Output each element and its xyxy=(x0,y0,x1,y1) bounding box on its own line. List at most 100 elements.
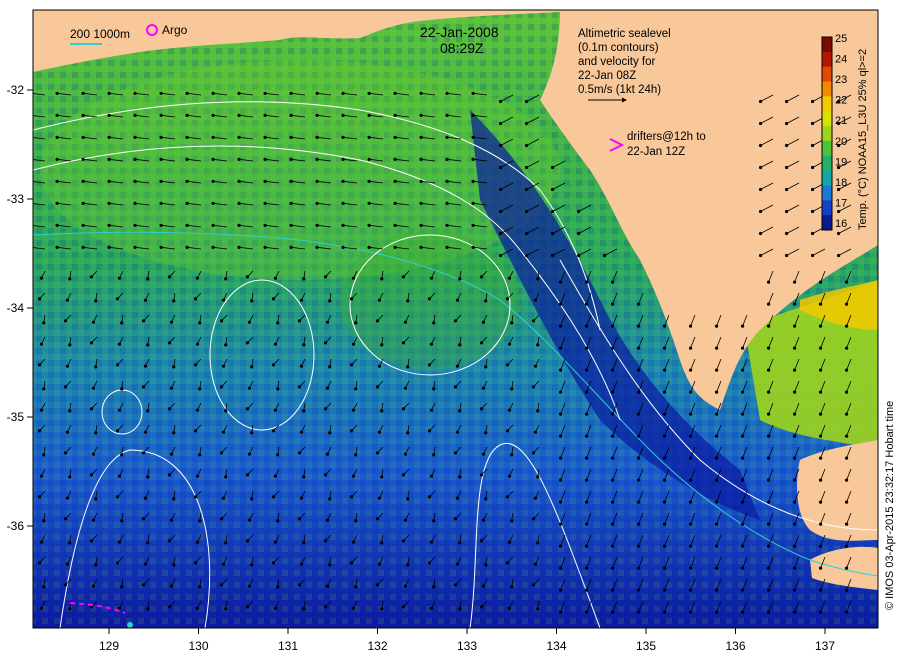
velocity-arrow-head xyxy=(484,365,488,369)
colorbar-tick-label: 24 xyxy=(835,54,847,66)
velocity-arrow-head xyxy=(224,607,228,611)
velocity-arrow-head xyxy=(263,91,267,95)
velocity-arrow-head xyxy=(507,474,512,478)
velocity-arrow-head xyxy=(810,187,815,192)
velocity-arrow-head xyxy=(107,135,111,139)
velocity-arrow-head xyxy=(610,522,615,526)
velocity-arrow-head xyxy=(42,387,46,391)
velocity-arrow-head xyxy=(393,223,397,227)
velocity-arrow-head xyxy=(784,231,789,236)
velocity-arrow-head xyxy=(273,342,278,346)
velocity-arrow-head xyxy=(536,343,540,347)
velocity-arrow-head xyxy=(289,91,293,95)
velocity-arrow-head xyxy=(375,385,380,389)
velocity-arrow-head xyxy=(818,478,823,482)
velocity-arrow-head xyxy=(766,412,771,416)
velocity-arrow-head xyxy=(498,99,503,104)
velocity-arrow-head xyxy=(198,387,202,391)
velocity-arrow-head xyxy=(315,91,319,95)
colorbar-tick-label: 16 xyxy=(835,218,847,230)
velocity-arrow-head xyxy=(453,385,458,389)
drifters-line-2: 22-Jan 12Z xyxy=(627,146,685,158)
velocity-arrow-head xyxy=(766,368,771,372)
colorbar-swatch xyxy=(822,215,832,231)
velocity-arrow-head xyxy=(289,223,293,227)
velocity-arrow-head xyxy=(688,434,693,438)
velocity-arrow-head xyxy=(792,302,797,306)
velocity-arrow-head xyxy=(367,245,371,249)
velocity-arrow-head xyxy=(30,92,33,95)
velocity-arrow-head xyxy=(479,275,484,279)
velocity-arrow-head xyxy=(375,319,380,323)
velocity-arrow-head xyxy=(610,610,615,614)
velocity-arrow-head xyxy=(39,540,44,544)
velocity-arrow-head xyxy=(380,475,384,479)
velocity-arrow-head xyxy=(302,409,306,413)
velocity-arrow-head xyxy=(458,607,462,611)
velocity-arrow-head xyxy=(714,478,719,482)
velocity-arrow-head xyxy=(584,610,589,614)
velocity-arrow-head xyxy=(714,324,719,328)
velocity-arrow-head xyxy=(107,179,111,183)
velocity-arrow-head xyxy=(584,522,589,526)
velocity-arrow-head xyxy=(81,157,85,161)
velocity-arrow-head xyxy=(740,588,745,592)
velocity-arrow-head xyxy=(584,346,589,350)
velocity-arrow-head xyxy=(429,606,434,610)
velocity-arrow-head xyxy=(766,302,771,306)
velocity-arrow-head xyxy=(159,179,163,183)
velocity-arrow-head xyxy=(375,451,380,455)
velocity-arrow-head xyxy=(636,610,641,614)
velocity-arrow-head xyxy=(325,584,330,588)
velocity-arrow-head xyxy=(714,588,719,592)
velocity-arrow-head xyxy=(341,245,345,249)
velocity-arrow-head xyxy=(792,610,797,614)
velocity-arrow-head xyxy=(505,297,510,301)
velocity-arrow-head xyxy=(341,91,345,95)
velocity-arrow-head xyxy=(276,321,280,325)
velocity-arrow-head xyxy=(432,585,436,589)
velocity-arrow-head xyxy=(584,500,589,504)
velocity-arrow-head xyxy=(55,223,59,227)
velocity-arrow-head xyxy=(219,583,224,587)
velocity-arrow-head xyxy=(250,365,254,369)
velocity-arrow-head xyxy=(429,474,434,478)
velocity-arrow-head xyxy=(185,245,189,249)
velocity-arrow-head xyxy=(524,253,529,258)
velocity-arrow-head xyxy=(195,540,200,544)
velocity-arrow-head xyxy=(30,224,33,227)
velocity-arrow-head xyxy=(818,390,823,394)
velocity-arrow-head xyxy=(133,157,137,161)
velocity-arrow-head xyxy=(576,253,581,258)
velocity-arrow-head xyxy=(198,585,202,589)
velocity-arrow-head xyxy=(219,319,224,323)
velocity-arrow-head xyxy=(42,519,46,523)
velocity-arrow-head xyxy=(484,563,488,567)
velocity-arrow-head xyxy=(401,407,406,411)
velocity-arrow-head xyxy=(419,91,423,95)
velocity-arrow-head xyxy=(688,610,693,614)
velocity-arrow-head xyxy=(479,539,484,543)
altimetry-line-2: (0.1m contours) xyxy=(578,42,659,54)
velocity-arrow-head xyxy=(89,473,94,477)
velocity-arrow-head xyxy=(688,324,693,328)
velocity-arrow-head xyxy=(133,113,137,117)
velocity-arrow-head xyxy=(531,319,536,323)
y-tick-label: -32 xyxy=(7,83,25,97)
velocity-arrow-head xyxy=(558,544,563,548)
velocity-arrow-head xyxy=(432,453,436,457)
velocity-arrow-head xyxy=(117,276,122,280)
velocity-arrow-head xyxy=(484,431,488,435)
velocity-arrow-head xyxy=(758,143,763,148)
velocity-arrow-head xyxy=(377,364,382,368)
velocity-arrow-head xyxy=(349,297,354,301)
velocity-arrow-head xyxy=(169,584,174,588)
velocity-arrow-head xyxy=(688,478,693,482)
velocity-arrow-head xyxy=(55,113,59,117)
velocity-arrow-head xyxy=(766,390,771,394)
velocity-arrow-head xyxy=(263,157,267,161)
velocity-arrow-head xyxy=(505,363,510,367)
velocity-arrow-head xyxy=(688,390,693,394)
velocity-arrow-head xyxy=(250,431,254,435)
velocity-arrow-head xyxy=(419,179,423,183)
